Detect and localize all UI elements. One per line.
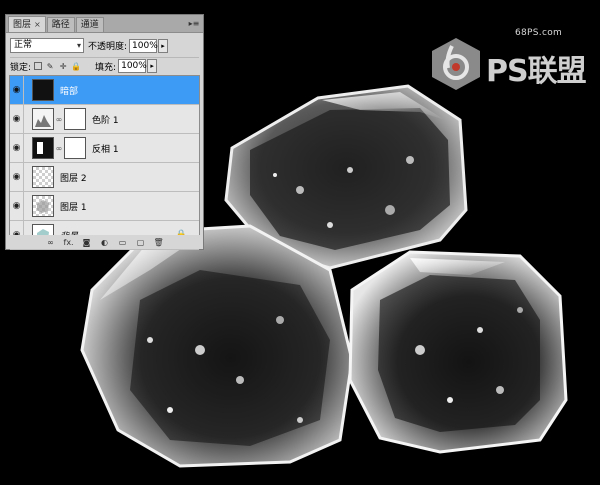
layer-mask-thumbnail[interactable] [64, 137, 86, 159]
layer-name: 色阶 1 [92, 115, 119, 126]
panel-menu-icon[interactable]: ▸≡ [188, 18, 200, 29]
opacity-slider-button[interactable]: ▸ [158, 38, 169, 53]
trash-icon[interactable]: 🗑 [154, 238, 164, 247]
layer-row[interactable]: ◉ ∞ 反相 1 [10, 133, 199, 163]
layer-mask-thumbnail[interactable] [64, 108, 86, 130]
watermark-brand: PS联盟 [486, 54, 587, 89]
layer-name: 图层 2 [60, 173, 87, 184]
layer-name: 暗部 [60, 86, 79, 97]
fill-slider-button[interactable]: ▸ [147, 59, 158, 73]
eye-icon[interactable]: ◉ [10, 133, 24, 163]
levels-adjustment-icon [32, 108, 54, 130]
layer-row[interactable]: ◉ 暗部 [10, 75, 199, 105]
adjustment-icon[interactable]: ◐ [100, 238, 110, 247]
invert-adjustment-icon [32, 137, 54, 159]
layer-name: 反相 1 [92, 144, 119, 155]
link-icon[interactable]: ∞ [55, 115, 63, 124]
new-layer-icon[interactable]: ▢ [136, 238, 146, 247]
blend-mode-select[interactable]: 正常 ▾ [10, 38, 84, 53]
layer-thumbnail [32, 195, 54, 217]
eye-icon[interactable]: ◉ [10, 162, 24, 192]
eye-icon[interactable]: ◉ [10, 104, 24, 134]
tab-label: 通道 [80, 20, 99, 30]
close-icon[interactable]: × [34, 18, 41, 32]
link-icon[interactable]: ∞ [55, 144, 63, 153]
watermark-site: 68PS.com [515, 28, 563, 38]
blend-row: 正常 ▾ 不透明度: 100% ▸ [10, 37, 199, 54]
lock-row: 锁定: ✎ ✛ 🔒 填充: 100% ▸ [10, 57, 199, 73]
tab-label: 路径 [51, 20, 70, 30]
layer-row[interactable]: ◉ 图层 2 [10, 162, 199, 192]
mask-icon[interactable]: ◙ [82, 238, 92, 247]
tab-label: 图层 [13, 19, 32, 30]
tab-paths[interactable]: 路径 [46, 17, 75, 32]
lock-paint-icon[interactable]: ✎ [45, 61, 55, 71]
link-icon[interactable]: ∞ [46, 238, 56, 247]
eye-icon[interactable]: ◉ [10, 75, 24, 105]
layer-row[interactable]: ◉ ∞ 色阶 1 [10, 104, 199, 134]
ps-logo-icon [432, 38, 480, 90]
layer-thumbnail [32, 166, 54, 188]
layers-panel: 图层 × 路径 通道 ▸≡ 正常 ▾ 不透明度: 100% ▸ 锁定: ✎ ✛ … [5, 14, 204, 250]
ice-cube-left [80, 224, 354, 468]
layers-list: ◉ 暗部 ◉ ∞ 色阶 1 ◉ ∞ 反相 1 ◉ 图层 2 ◉ 图层 1 [9, 75, 200, 250]
layer-name: 图层 1 [60, 202, 87, 213]
lock-move-icon[interactable]: ✛ [58, 61, 68, 71]
tab-layers[interactable]: 图层 × [8, 16, 46, 32]
opacity-label: 不透明度: [88, 42, 128, 52]
panel-tabs: 图层 × 路径 通道 [6, 15, 203, 33]
blend-mode-value: 正常 [14, 40, 33, 50]
chevron-down-icon: ▾ [76, 41, 81, 50]
lock-all-icon[interactable]: 🔒 [71, 61, 81, 71]
layer-row[interactable]: ◉ 图层 1 [10, 191, 199, 221]
group-icon[interactable]: ▭ [118, 238, 128, 247]
tab-channels[interactable]: 通道 [75, 17, 104, 32]
lock-transparent-icon[interactable] [34, 62, 43, 70]
lock-label: 锁定: [10, 62, 32, 73]
eye-icon[interactable]: ◉ [10, 191, 24, 221]
fill-input[interactable]: 100% [118, 59, 147, 73]
fx-icon[interactable]: fx. [64, 238, 74, 247]
panel-bottom-bar: ∞ fx. ◙ ◐ ▭ ▢ 🗑 [6, 235, 203, 249]
fill-label: 填充: [95, 62, 117, 73]
opacity-input[interactable]: 100% [129, 38, 158, 53]
layer-thumbnail [32, 79, 54, 101]
ice-cube-right [348, 250, 568, 454]
